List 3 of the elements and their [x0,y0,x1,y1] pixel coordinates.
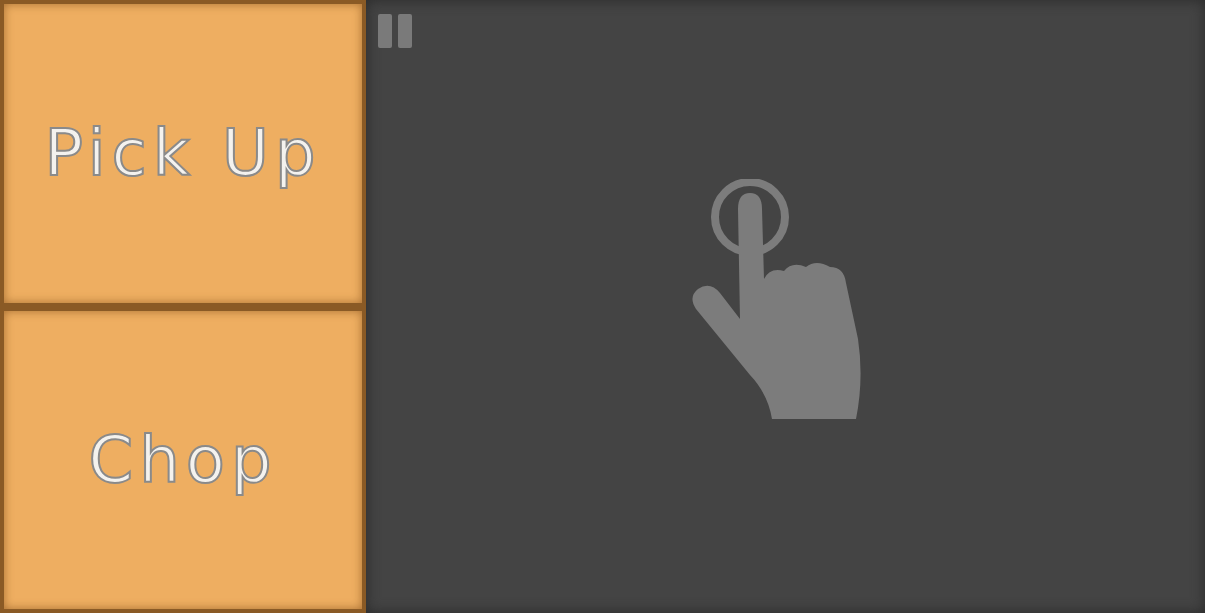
action-button[interactable]: Chop [4,310,362,609]
action-button[interactable]: Pick Up [4,4,362,303]
pause-icon[interactable] [378,14,414,48]
